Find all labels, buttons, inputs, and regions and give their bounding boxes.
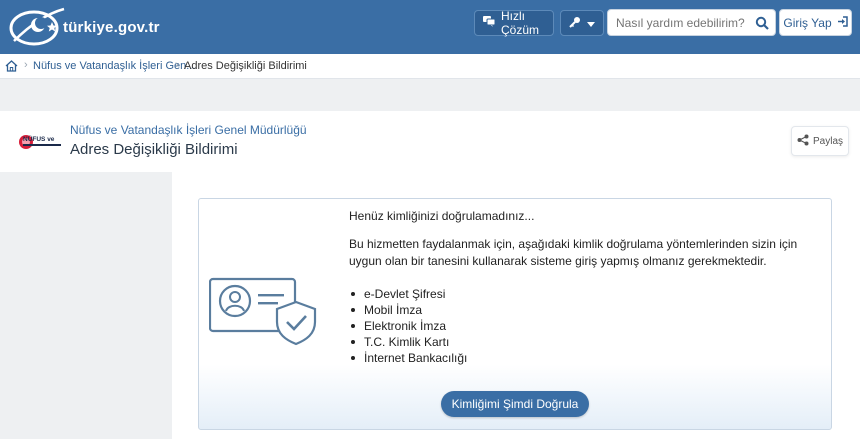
share-label: Paylaş (812, 135, 843, 147)
notice-title: Henüz kimliğinizi doğrulamadınız... (349, 209, 535, 223)
list-item: Mobil İmza (349, 302, 467, 318)
breadcrumb-item-institution[interactable]: Nüfus ve Vatandaşlık İşleri Gen... (33, 60, 195, 72)
share-button[interactable]: Paylaş (791, 126, 849, 156)
breadcrumb: › Nüfus ve Vatandaşlık İşleri Gen... › A… (0, 54, 860, 79)
quick-solution-button[interactable]: Hızlı Çözüm (474, 9, 554, 37)
login-label: Giriş Yap (783, 15, 832, 30)
breadcrumb-separator-icon: › (24, 59, 28, 71)
list-item: Elektronik İmza (349, 318, 467, 334)
quick-solution-label: Hızlı Çözüm (501, 9, 540, 37)
institution-name[interactable]: Nüfus ve Vatandaşlık İşleri Genel Müdürl… (70, 123, 307, 137)
login-button[interactable]: Giriş Yap (779, 9, 852, 36)
sign-in-icon (837, 15, 848, 30)
search-box (607, 9, 776, 36)
home-icon[interactable] (5, 60, 18, 75)
key-icon (569, 16, 581, 31)
authentication-notice: Henüz kimliğinizi doğrulamadınız... Bu h… (198, 198, 832, 430)
top-bar: türkiye.gov.tr Hızlı Çözüm Giriş Yap (0, 0, 860, 54)
chat-icon (483, 16, 496, 30)
chevron-down-icon (587, 16, 595, 30)
breadcrumb-separator-icon: › (175, 59, 179, 71)
share-icon (797, 134, 809, 149)
institution-logo: NÜFUS ve (18, 131, 64, 153)
list-item: İnternet Bankacılığı (349, 350, 467, 366)
notice-description: Bu hizmetten faydalanmak için, aşağıdaki… (349, 237, 798, 268)
crescent-star-icon (9, 7, 65, 46)
authentication-methods-list: e-Devlet Şifresi Mobil İmza Elektronik İ… (349, 286, 467, 366)
service-header: NÜFUS ve Nüfus ve Vatandaşlık İşleri Gen… (0, 111, 860, 172)
logo-text: türkiye.gov.tr (63, 19, 160, 36)
list-item: e-Devlet Şifresi (349, 286, 467, 302)
shortcuts-menu-button[interactable] (560, 10, 604, 36)
search-icon[interactable] (755, 16, 769, 35)
svg-text:NÜFUS ve: NÜFUS ve (23, 134, 55, 143)
id-card-shield-icon (208, 274, 319, 351)
breadcrumb-item-current: Adres Değişikliği Bildirimi (184, 60, 307, 72)
list-item: T.C. Kimlik Kartı (349, 334, 467, 350)
site-logo[interactable]: türkiye.gov.tr (8, 5, 160, 49)
page-title: Adres Değişikliği Bildirimi (70, 141, 238, 158)
search-input[interactable] (608, 15, 753, 30)
verify-identity-button[interactable]: Kimliğimi Şimdi Doğrula (441, 391, 589, 417)
